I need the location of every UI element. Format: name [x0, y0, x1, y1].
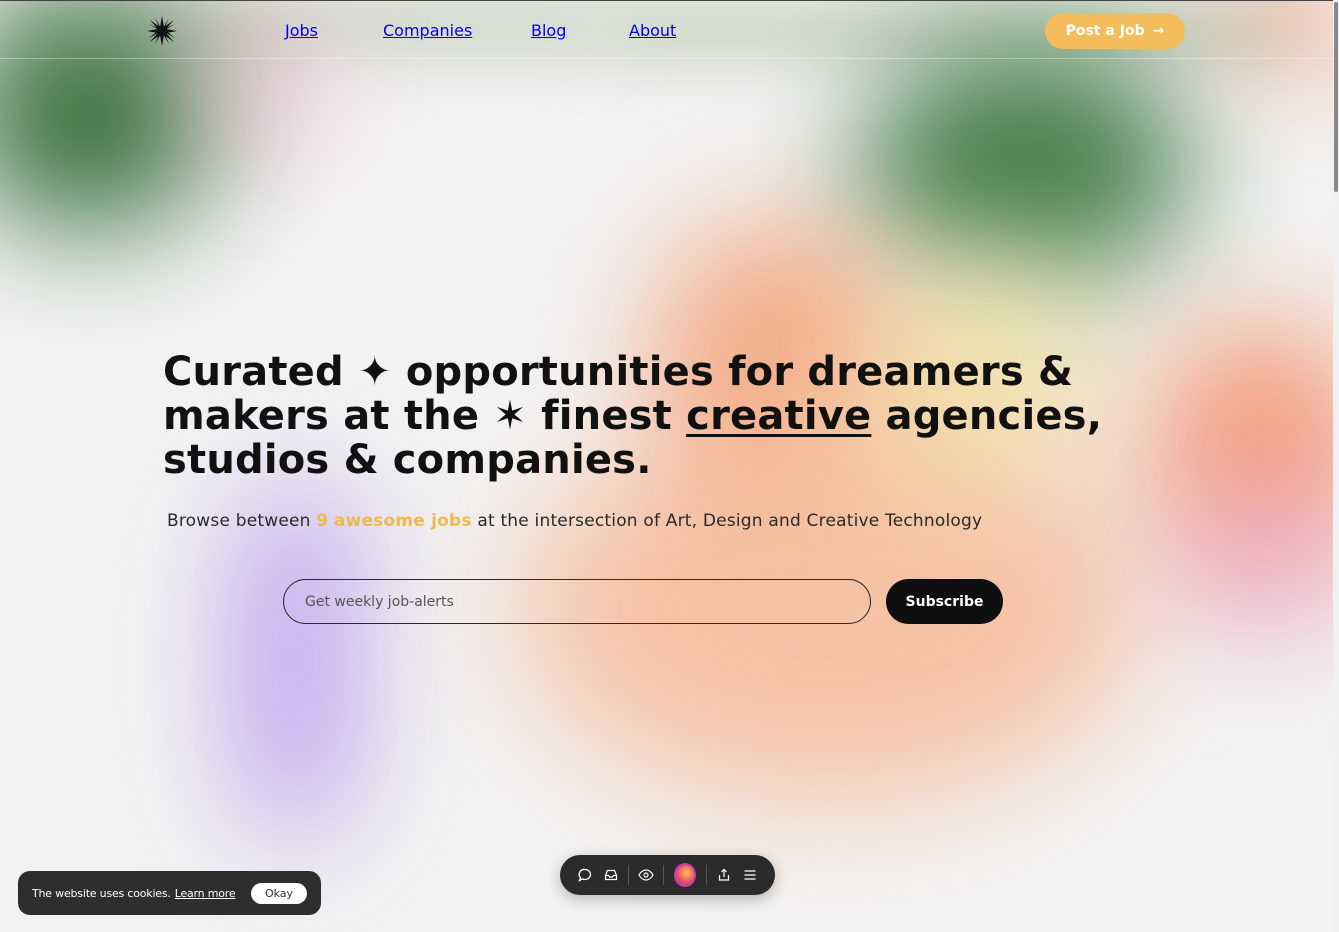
- nav-jobs[interactable]: Jobs: [285, 21, 318, 40]
- sparkle-icon: ✦: [357, 349, 392, 395]
- job-alerts-email-input[interactable]: [283, 579, 871, 624]
- subscribe-button[interactable]: Subscribe: [886, 579, 1003, 624]
- bg-blob: [235, 480, 355, 840]
- nav-companies[interactable]: Companies: [383, 21, 472, 40]
- scrollbar[interactable]: [1333, 0, 1339, 932]
- okay-button[interactable]: Okay: [251, 882, 307, 904]
- subline-text: at the intersection of Art, Design and C…: [477, 511, 983, 531]
- learn-more-link[interactable]: Learn more: [175, 887, 236, 900]
- toolbar-divider: [628, 865, 630, 885]
- scrollbar-thumb[interactable]: [1334, 2, 1338, 192]
- bg-blob: [860, 40, 1190, 290]
- inbox-icon[interactable]: [603, 866, 619, 884]
- arrow-right-icon: →: [1152, 23, 1165, 39]
- subline-text: Browse between: [167, 511, 311, 531]
- cookie-banner: The website uses cookies. Learn more Oka…: [18, 871, 321, 915]
- share-icon[interactable]: [716, 866, 732, 884]
- comment-icon[interactable]: [577, 866, 593, 884]
- cookie-text: The website uses cookies.: [32, 886, 171, 900]
- headline-text: finest: [541, 393, 673, 439]
- headline-text: agencies,: [885, 393, 1103, 439]
- headline-underlined-word: creative: [686, 393, 872, 439]
- hero-headline: Curated ✦ opportunities for dreamers & m…: [163, 350, 1123, 482]
- headline-text: makers at the: [163, 393, 480, 439]
- nav-about[interactable]: About: [629, 21, 676, 40]
- page: Jobs Companies Blog About Post a Job → C…: [0, 0, 1339, 932]
- headline-text: studios & companies.: [163, 437, 652, 483]
- nav-blog[interactable]: Blog: [531, 21, 566, 40]
- eye-icon[interactable]: [638, 866, 654, 884]
- logo-icon[interactable]: [147, 16, 177, 46]
- bg-blob: [1180, 470, 1339, 640]
- post-a-job-button[interactable]: Post a Job →: [1045, 13, 1185, 49]
- awesome-jobs-link[interactable]: awesome jobs: [334, 511, 472, 531]
- site-header: Jobs Companies Blog About Post a Job →: [0, 0, 1339, 59]
- star-icon: ✶: [493, 393, 528, 439]
- headline-text: Curated: [163, 349, 344, 395]
- job-count: 9: [316, 511, 329, 531]
- hero-subline: Browse between 9 awesome jobs at the int…: [167, 511, 982, 531]
- toolbar-divider: [705, 865, 707, 885]
- headline-text: opportunities for dreamers &: [405, 349, 1074, 395]
- avatar[interactable]: [674, 863, 696, 887]
- toolbar-divider: [663, 865, 665, 885]
- menu-icon[interactable]: [742, 866, 758, 884]
- floating-toolbar: [560, 855, 775, 895]
- post-a-job-label: Post a Job: [1065, 23, 1145, 39]
